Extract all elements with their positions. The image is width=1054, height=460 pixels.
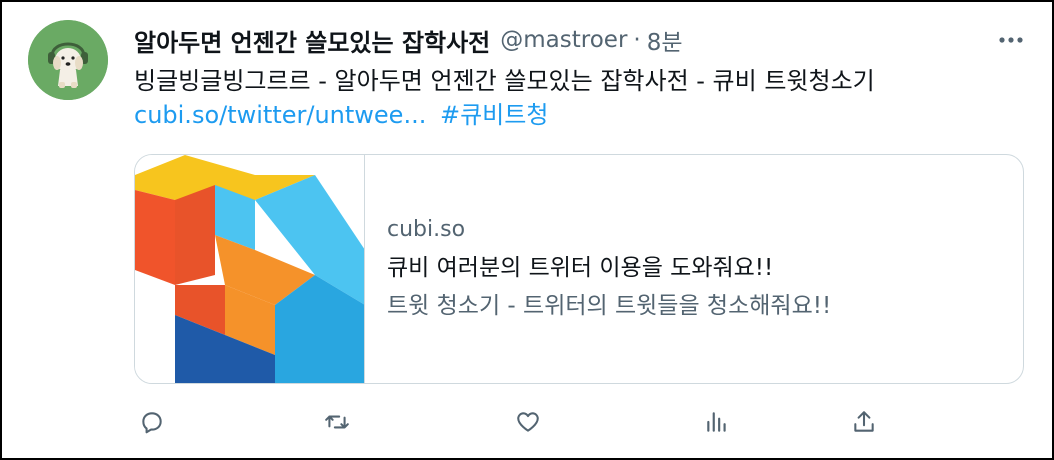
card-body: cubi.so 큐비 여러분의 트위터 이용을 도와줘요!! 트윗 청소기 - … xyxy=(387,215,831,323)
share-icon xyxy=(854,411,874,432)
tweet-text: 빙글빙글빙그르르 - 알아두면 언젠간 쓸모있는 잡학사전 - 큐비 트윗청소기 xyxy=(134,67,875,95)
views-icon xyxy=(707,412,726,432)
more-horizontal-icon xyxy=(999,37,1023,43)
hashtag-link[interactable]: #큐비트청 xyxy=(440,101,548,129)
tweet-header: 알아두면 언젠간 쓸모있는 잡학사전 @mastroer · 8분 xyxy=(134,23,683,57)
tweet-url-link[interactable]: cubi.so/twitter/untwee... xyxy=(134,101,426,129)
views-button[interactable] xyxy=(699,404,735,440)
card-domain: cubi.so xyxy=(387,217,466,242)
retweet-icon xyxy=(325,415,349,429)
reply-button[interactable] xyxy=(134,404,170,440)
tweet-timestamp[interactable]: 8분 xyxy=(647,23,683,57)
retweet-button[interactable] xyxy=(319,404,355,440)
dog-avatar-icon xyxy=(28,20,108,100)
cubi-logo-icon xyxy=(135,155,364,383)
tweet-actions xyxy=(134,404,894,440)
share-button[interactable] xyxy=(846,404,882,440)
tweet-links: cubi.so/twitter/untwee... #큐비트청 xyxy=(134,98,548,132)
link-preview-card[interactable]: cubi.so 큐비 여러분의 트위터 이용을 도와줘요!! 트윗 청소기 - … xyxy=(134,154,1024,384)
header-separator: · xyxy=(633,27,641,53)
author-name[interactable]: 알아두면 언젠간 쓸모있는 잡학사전 xyxy=(134,23,490,58)
reply-icon xyxy=(142,412,162,434)
author-handle[interactable]: @mastroer xyxy=(500,27,627,53)
like-button[interactable] xyxy=(510,404,546,440)
card-title: 큐비 여러분의 트위터 이용을 도와줘요!! xyxy=(387,255,774,281)
tweet-frame: 알아두면 언젠간 쓸모있는 잡학사전 @mastroer · 8분 빙글빙글빙그… xyxy=(0,0,1054,460)
card-thumbnail[interactable] xyxy=(135,155,365,383)
avatar[interactable] xyxy=(28,20,108,100)
card-description: 트윗 청소기 - 트위터의 트윗들을 청소해줘요!! xyxy=(387,293,832,319)
more-button[interactable] xyxy=(996,27,1026,53)
like-icon xyxy=(517,412,539,432)
